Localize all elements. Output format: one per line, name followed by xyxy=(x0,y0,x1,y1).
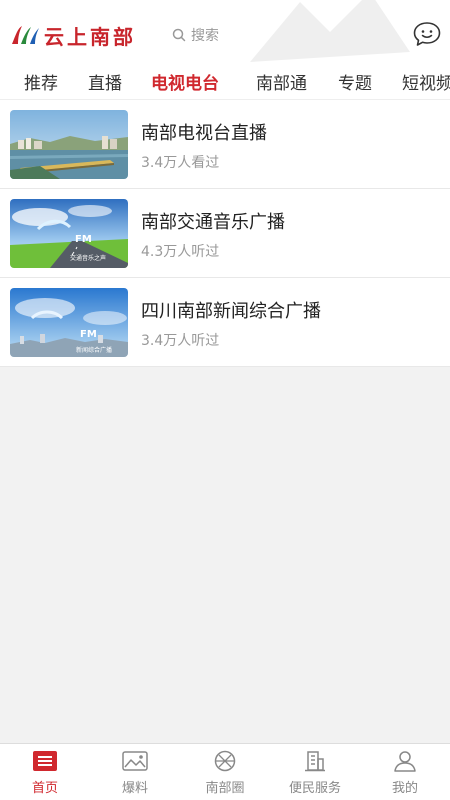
tab-recommend[interactable]: 推荐 xyxy=(24,69,58,94)
list-item[interactable]: 南部电视台直播 3.4万人看过 xyxy=(0,100,450,189)
nav-report[interactable]: 爆料 xyxy=(90,744,180,800)
tab-short-video[interactable]: 短视频 xyxy=(402,69,450,94)
item-title: 南部电视台直播 xyxy=(141,123,267,144)
nav-label: 便民服务 xyxy=(288,781,341,796)
logo-text: 云上南部 xyxy=(44,24,136,49)
thumbnail-fm-text: FM xyxy=(75,234,92,245)
image-icon xyxy=(122,751,148,771)
list-item[interactable]: FM 交通音乐之声 南部交通音乐广播 4.3万人听过 xyxy=(0,189,450,278)
tab-nanbutong[interactable]: 南部通 xyxy=(256,69,307,94)
thumbnail-caption-text: 交通音乐之声 xyxy=(70,254,106,262)
item-title: 四川南部新闻综合广播 xyxy=(141,301,321,322)
thumbnail-caption-text: 新闻综合广播 xyxy=(76,346,112,354)
app-logo: 云上南部 xyxy=(10,20,136,50)
nav-services[interactable]: 便民服务 xyxy=(270,744,360,800)
category-tabs: 推荐 直播 电视电台 南部通 专题 短视频 xyxy=(0,62,450,100)
home-icon xyxy=(33,751,57,771)
nav-home[interactable]: 首页 xyxy=(0,744,90,800)
message-icon[interactable] xyxy=(412,19,442,49)
app-header: 云上南部 搜索 xyxy=(0,0,450,62)
item-view-count: 4.3万人听过 xyxy=(141,244,220,260)
bottom-navigation: 首页 爆料 南部圈 便民服务 我的 xyxy=(0,743,450,800)
list-item[interactable]: FM 新闻综合广播 四川南部新闻综合广播 3.4万人听过 xyxy=(0,278,450,367)
search-placeholder: 搜索 xyxy=(191,28,219,44)
tab-tv-radio[interactable]: 电视电台 xyxy=(151,69,219,94)
logo-mark-icon xyxy=(12,26,39,44)
nav-label: 首页 xyxy=(31,781,58,796)
item-title: 南部交通音乐广播 xyxy=(141,212,285,233)
nav-profile[interactable]: 我的 xyxy=(360,744,450,800)
thumbnail-traffic-radio: FM 交通音乐之声 xyxy=(10,199,128,268)
circle-icon xyxy=(214,750,236,772)
nav-label: 我的 xyxy=(391,781,418,796)
building-icon xyxy=(305,751,325,772)
item-view-count: 3.4万人听过 xyxy=(141,333,220,349)
item-view-count: 3.4万人看过 xyxy=(141,155,220,171)
header-decoration xyxy=(250,0,410,62)
search-icon xyxy=(172,28,186,42)
nav-circle[interactable]: 南部圈 xyxy=(180,744,270,800)
nav-label: 南部圈 xyxy=(205,781,245,796)
thumbnail-tv-live xyxy=(10,110,128,179)
search-bar[interactable]: 搜索 xyxy=(172,24,219,46)
tab-topics[interactable]: 专题 xyxy=(338,69,372,94)
thumbnail-news-radio: FM 新闻综合广播 xyxy=(10,288,128,357)
user-icon xyxy=(394,751,416,772)
tab-live[interactable]: 直播 xyxy=(88,69,122,94)
nav-label: 爆料 xyxy=(121,781,148,796)
channel-list: 南部电视台直播 3.4万人看过 FM 交通音乐之声 南部交通音乐广播 4.3万人… xyxy=(0,100,450,367)
thumbnail-fm-text: FM xyxy=(80,329,97,340)
